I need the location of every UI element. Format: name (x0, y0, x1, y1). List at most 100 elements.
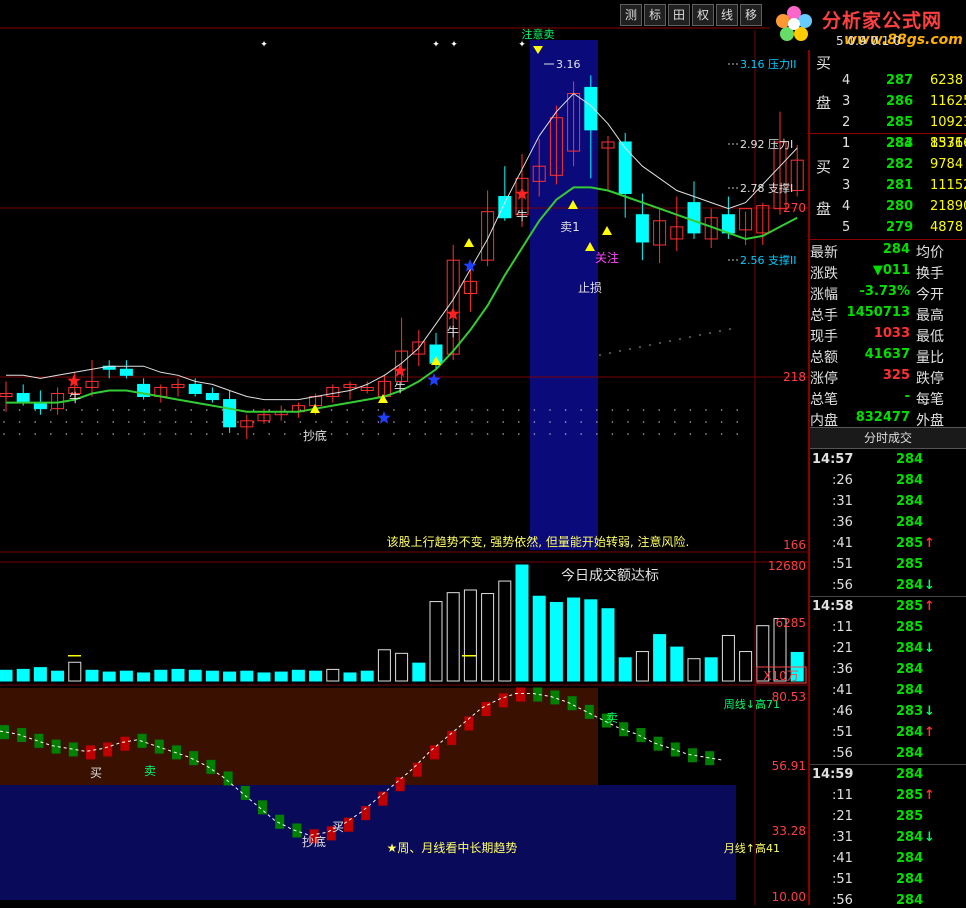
volume-bar (515, 564, 529, 682)
volume-bar (670, 646, 684, 682)
candle-body (687, 202, 701, 234)
stat-label: 现手 (810, 329, 838, 345)
tick-divider (810, 764, 966, 765)
top-star-marker: ✦ (518, 40, 526, 50)
order-partial-row: 5 0.9 0.1 0 (836, 34, 901, 48)
volume-bar (51, 670, 65, 682)
tick-price: 285 (896, 599, 924, 614)
tick-arrow: ↑ (924, 599, 935, 614)
dotted-grid-dot (736, 433, 738, 435)
weekly-bar (670, 742, 680, 757)
dotted-grid-dot (709, 332, 711, 334)
dotted-grid-dot (50, 421, 52, 423)
dotted-grid-dot (408, 409, 411, 411)
candle-body (188, 383, 202, 395)
volume-bar (360, 670, 374, 682)
dotted-grid-dot (720, 433, 723, 435)
dotted-grid-dot (393, 409, 395, 411)
stat-value: 1450713 (846, 305, 910, 320)
top-star-marker: ✦ (450, 40, 458, 50)
dotted-grid-dot (128, 421, 130, 423)
tick-price: 284 (896, 725, 924, 740)
dotted-grid-dot (719, 330, 721, 332)
weekly-bar (516, 687, 525, 702)
dotted-grid-dot (659, 342, 661, 344)
dotted-grid-dot (330, 421, 333, 423)
niu-signal-label: 牛 (447, 324, 459, 339)
tick-time: :51 (832, 725, 853, 740)
stat-label-2: 均价 (916, 245, 944, 261)
dotted-grid-dot (689, 421, 692, 423)
price-level-label: 2.92 压力I (740, 138, 793, 151)
dotted-grid-dot (440, 421, 442, 423)
toolbar-mark-button[interactable]: 标 (644, 4, 666, 26)
weekly-bar (189, 751, 199, 766)
logo-name: 分析家公式网 (822, 10, 943, 32)
weekly-bar (344, 817, 353, 832)
tick-divider (810, 596, 966, 597)
tick-price: 284 (896, 872, 924, 887)
dotted-grid-dot (674, 433, 676, 435)
tick-price: 284 (896, 851, 924, 866)
toolbar-line-button[interactable]: 线 (716, 4, 738, 26)
weekly-bar (103, 742, 113, 757)
stat-value: 325 (882, 368, 910, 383)
toolbar-rights-button[interactable]: 权 (692, 4, 714, 26)
tick-time: :31 (832, 494, 853, 509)
dotted-grid-dot (377, 421, 380, 423)
dotted-grid-dot (50, 433, 52, 435)
dotted-grid-dot (627, 421, 629, 423)
dotted-grid-dot (174, 433, 177, 435)
volume-bar (601, 608, 615, 682)
dotted-grid-dot (190, 433, 192, 435)
dotted-grid-dot (174, 409, 177, 411)
ask-level: 3 (842, 94, 851, 109)
dotted-grid-dot (669, 340, 671, 342)
dotted-grid-dot (96, 433, 99, 435)
dotted-grid-dot (159, 433, 161, 435)
dotted-grid-dot (649, 344, 651, 346)
dotted-grid-dot (580, 433, 582, 435)
toolbar-grid-button[interactable]: 田 (668, 4, 690, 26)
dotted-grid-dot (720, 409, 723, 411)
volume-bar (412, 662, 426, 682)
bid-level: 2 (842, 157, 851, 172)
indicator-y-tick: 10.00 (772, 890, 806, 904)
dotted-grid-dot (674, 409, 676, 411)
tick-price: 284 (896, 473, 924, 488)
dotted-grid-dot (564, 433, 567, 435)
toolbar-move-button[interactable]: 移 (740, 4, 762, 26)
dotted-grid-dot (96, 421, 99, 423)
ask-volume: 11625 (930, 94, 966, 109)
candle-body (618, 141, 632, 194)
ask-level: 2 (842, 115, 851, 130)
ask-price: 287 (886, 73, 914, 88)
dotted-grid-dot (81, 409, 83, 411)
volume-bar (584, 599, 598, 682)
volume-bar (343, 672, 357, 682)
tick-arrow: ↑ (924, 788, 935, 803)
dotted-grid-dot (689, 409, 692, 411)
top-star-marker: ✦ (432, 40, 440, 50)
dotted-grid-dot (705, 421, 707, 423)
volume-bar (240, 670, 254, 682)
volume-bar (171, 668, 185, 682)
tick-time: :26 (832, 473, 853, 488)
volume-bar (188, 669, 202, 682)
dotted-grid-dot (518, 433, 520, 435)
dotted-grid-dot (699, 334, 701, 336)
dotted-grid-dot (596, 421, 598, 423)
monthly-label: 月线↑高41 (724, 841, 780, 855)
dotted-grid-dot (18, 421, 21, 423)
volume-y-tick: 12680 (768, 559, 806, 573)
stat-label: 总额 (810, 350, 838, 366)
chaodi-signal-label: 抄底 (303, 428, 327, 443)
dotted-grid-dot (128, 409, 130, 411)
toolbar-measure-button[interactable]: 测 (620, 4, 642, 26)
dotted-grid-dot (190, 421, 192, 423)
volume-bar (653, 634, 667, 682)
analysis-comment: 该股上行趋势不变, 强势依然, 但量能开始转弱, 注意风险. (387, 534, 690, 549)
dotted-grid-dot (81, 433, 83, 435)
candle-body (721, 214, 735, 234)
dotted-grid-dot (408, 421, 411, 423)
